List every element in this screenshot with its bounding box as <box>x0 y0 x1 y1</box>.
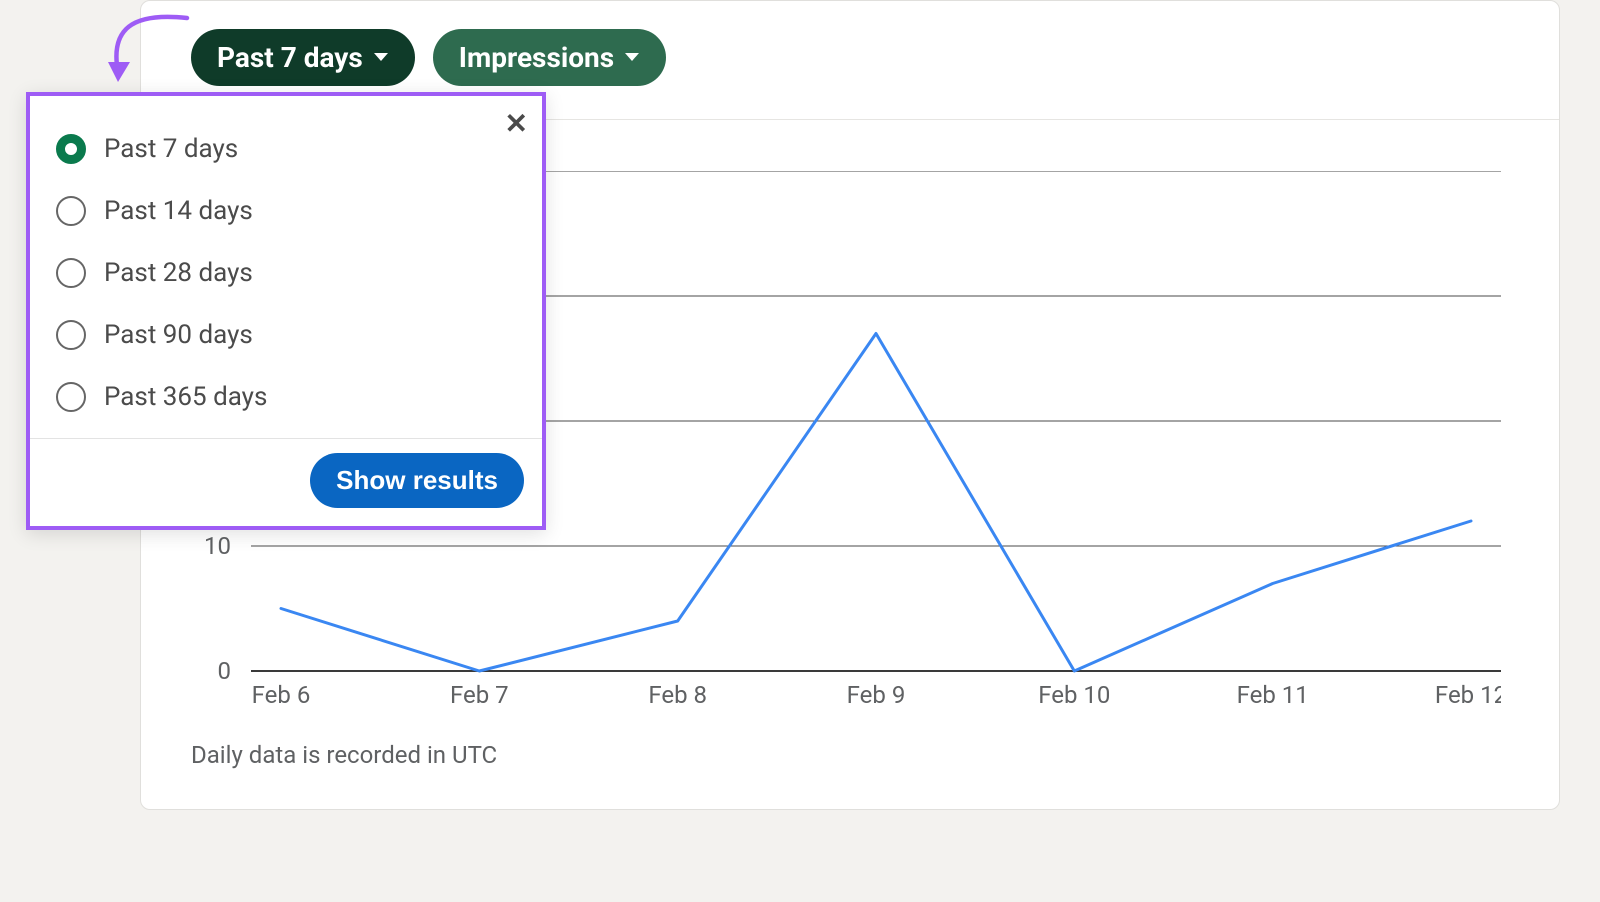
date-range-option[interactable]: Past 28 days <box>50 242 522 304</box>
filter-bar: Past 7 days Impressions <box>191 29 666 86</box>
radio-icon <box>56 258 86 288</box>
date-range-popup: ✕ Past 7 daysPast 14 daysPast 28 daysPas… <box>26 92 546 530</box>
chevron-down-icon <box>624 48 640 67</box>
close-icon[interactable]: ✕ <box>505 110 528 138</box>
date-range-label: Past 7 days <box>217 41 363 74</box>
date-range-option-label: Past 7 days <box>104 134 238 164</box>
radio-icon <box>56 320 86 350</box>
radio-icon <box>56 382 86 412</box>
date-range-option[interactable]: Past 7 days <box>50 118 522 180</box>
x-tick-label: Feb 12 <box>1435 681 1501 709</box>
x-tick-label: Feb 7 <box>450 681 509 709</box>
y-tick-label: 10 <box>191 532 231 560</box>
date-range-option[interactable]: Past 365 days <box>50 366 522 428</box>
x-tick-label: Feb 10 <box>1038 681 1110 709</box>
date-range-option[interactable]: Past 14 days <box>50 180 522 242</box>
chevron-down-icon <box>373 48 389 67</box>
chart-footer-note: Daily data is recorded in UTC <box>191 741 497 769</box>
x-tick-label: Feb 9 <box>847 681 906 709</box>
date-range-options: Past 7 days Past 14 days Past 28 days Past … <box>30 96 542 438</box>
x-tick-label: Feb 11 <box>1237 681 1309 709</box>
date-range-option-label: Past 90 days <box>104 320 253 350</box>
radio-icon <box>56 134 86 164</box>
x-tick-label: Feb 8 <box>648 681 707 709</box>
date-range-dropdown[interactable]: Past 7 days <box>191 29 415 86</box>
metric-dropdown[interactable]: Impressions <box>433 29 666 86</box>
y-tick-label: 0 <box>191 657 231 685</box>
date-range-option-label: Past 14 days <box>104 196 253 226</box>
radio-icon <box>56 196 86 226</box>
date-range-option-label: Past 365 days <box>104 382 267 412</box>
metric-label: Impressions <box>459 41 614 74</box>
date-range-option[interactable]: Past 90 days <box>50 304 522 366</box>
popup-footer: Show results <box>30 438 542 526</box>
date-range-option-label: Past 28 days <box>104 258 253 288</box>
x-tick-label: Feb 6 <box>252 681 311 709</box>
show-results-button[interactable]: Show results <box>310 453 524 508</box>
